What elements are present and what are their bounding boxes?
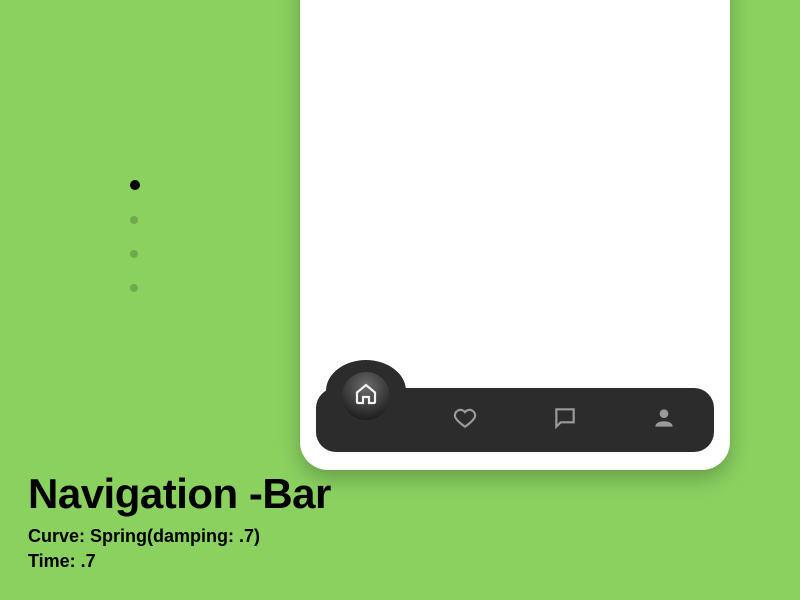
nav-active-indicator [342, 372, 390, 420]
device-mockup [300, 0, 730, 470]
page-dot-4[interactable] [130, 284, 138, 292]
person-icon [651, 405, 677, 435]
nav-item-profile[interactable] [615, 388, 715, 452]
nav-item-likes[interactable] [416, 388, 516, 452]
nav-item-chat[interactable] [515, 388, 615, 452]
caption-title: Navigation -Bar [28, 470, 331, 518]
page-dot-2[interactable] [130, 216, 138, 224]
caption-time: Time: .7 [28, 549, 331, 574]
page-dot-3[interactable] [130, 250, 138, 258]
caption-curve: Curve: Spring(damping: .7) [28, 524, 331, 549]
home-icon [354, 382, 378, 410]
page-indicator [130, 180, 140, 292]
caption: Navigation -Bar Curve: Spring(damping: .… [28, 470, 331, 574]
heart-icon [452, 405, 478, 435]
page-dot-1[interactable] [130, 180, 140, 190]
chat-icon [552, 405, 578, 435]
bottom-nav-bar [316, 388, 714, 452]
